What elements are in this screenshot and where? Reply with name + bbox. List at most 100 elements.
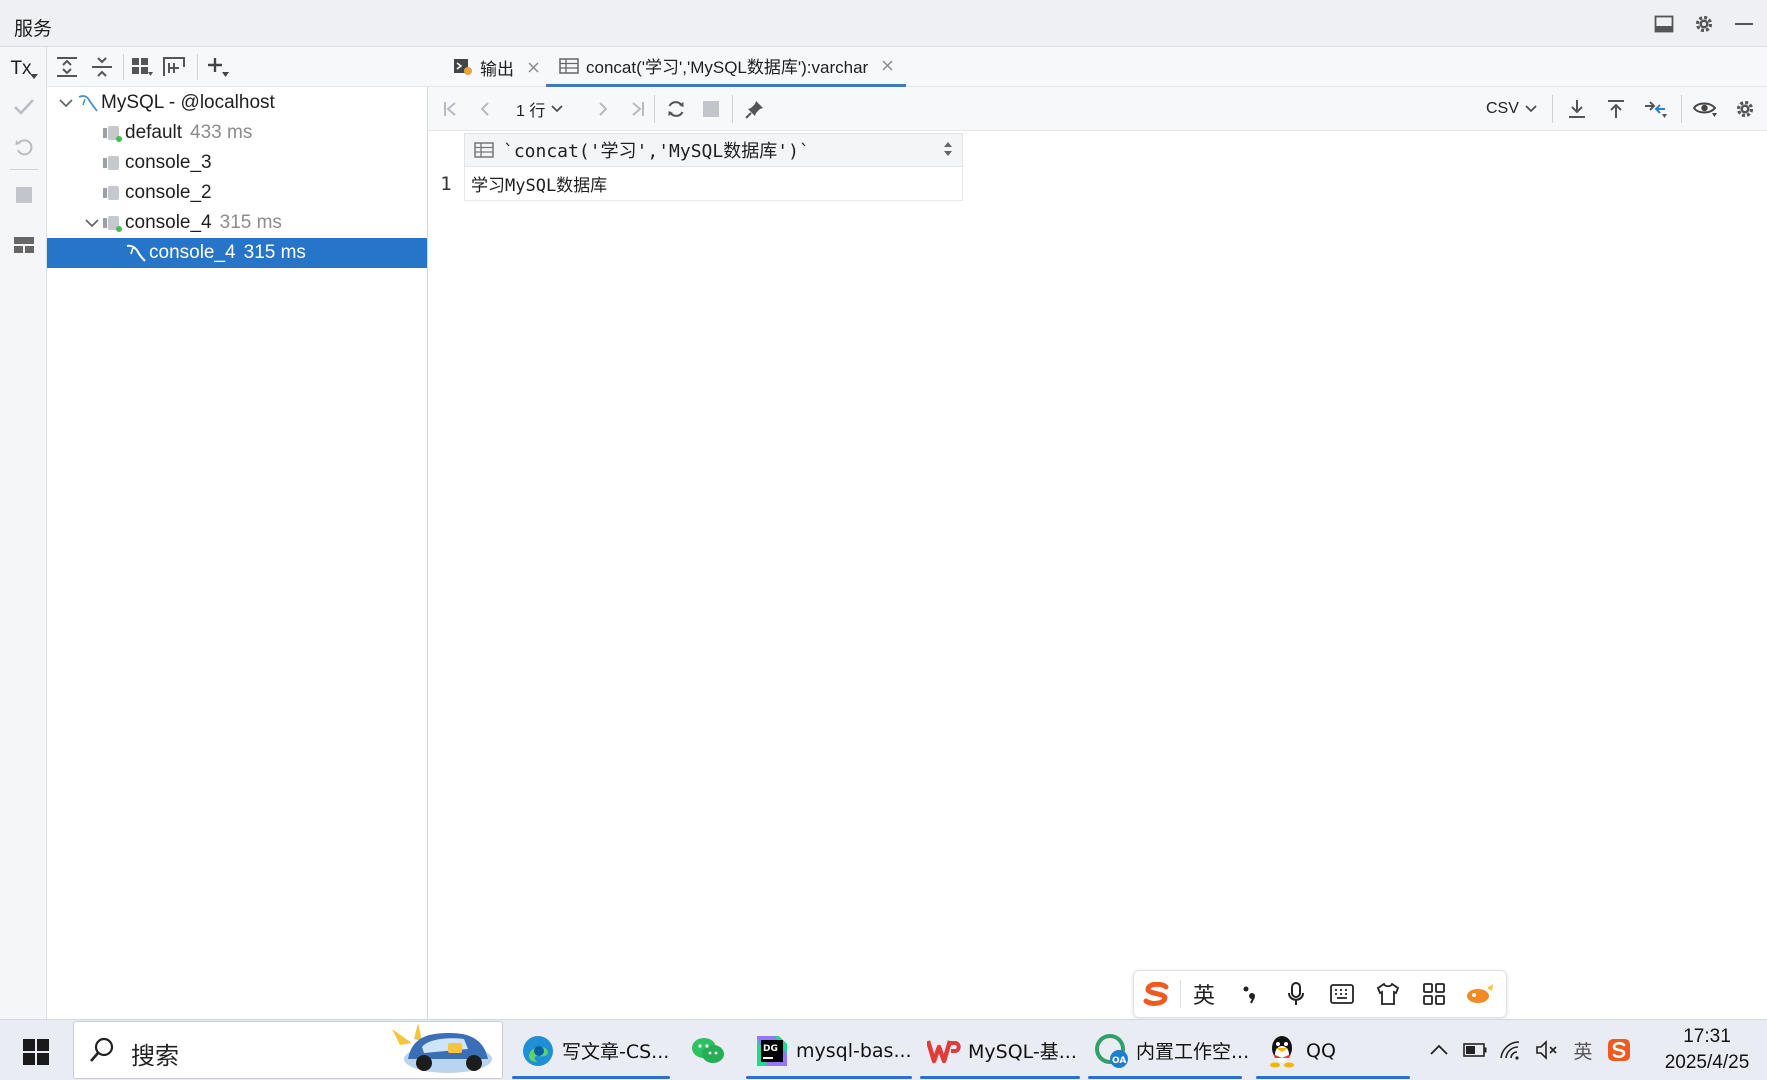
upload-icon[interactable] [1601,94,1631,124]
toolbar-divider [654,95,655,123]
rollback-icon[interactable] [8,131,40,163]
cancel-query-icon[interactable] [696,94,726,124]
console-session-icon [99,178,125,208]
dropdown-arrow-icon [29,74,38,79]
first-page-icon[interactable] [436,94,466,124]
transaction-toolbar: Tx [0,47,47,1019]
collapse-all-icon[interactable] [87,52,117,82]
search-placeholder: 搜索 [131,1042,179,1070]
svg-text:OA: OA [1112,1056,1126,1066]
keyboard-icon[interactable] [1319,972,1365,1016]
taskbar-app-edge[interactable]: 写文章-CS... [512,1022,670,1079]
layout-grid-icon[interactable] [8,229,40,261]
minimize-icon[interactable] [1731,11,1757,37]
tx-mode-button[interactable]: Tx [8,53,40,85]
tree-item-console-2[interactable]: console_2 [47,178,427,208]
compare-icon[interactable] [1640,94,1670,124]
tray-expand-chevron-up-icon[interactable] [1422,1032,1456,1068]
rows-count-label: 1 行 [516,103,546,120]
battery-icon[interactable] [1458,1032,1492,1068]
taskbar-app-datagrip[interactable]: DG mysql-bas... [746,1022,912,1079]
toolbar-divider [197,54,198,80]
services-tree-panel: MySQL - @localhost default 433 ms console… [47,47,428,1019]
taskbar-app-label: 内置工作空... [1136,1041,1250,1063]
toolbar-divider [1552,95,1553,123]
taskbar-search-box[interactable]: 搜索 [73,1021,503,1079]
active-indicator [1256,1076,1410,1079]
add-service-icon[interactable] [203,52,233,82]
pin-tab-icon[interactable] [740,94,770,124]
export-format-label: CSV [1486,100,1519,117]
ime-language-toggle[interactable]: 英 [1181,972,1227,1016]
previous-page-icon[interactable] [470,94,500,124]
expand-all-icon[interactable] [52,52,82,82]
new-group-icon[interactable] [159,52,189,82]
rows-count-dropdown[interactable]: 1 行 [516,97,563,121]
svg-text:DG: DG [763,1044,778,1054]
commit-icon[interactable] [8,91,40,123]
tab-output[interactable]: 输出 [446,47,546,87]
chevron-down-icon [551,105,563,113]
tree-item-label: console_4 [125,212,212,233]
qq-penguin-icon [1264,1033,1300,1069]
tx-label: Tx [10,58,32,79]
microphone-icon[interactable] [1273,972,1319,1016]
taskbar-app-oa[interactable]: OA 内置工作空... [1088,1022,1249,1079]
tree-item-console-4[interactable]: console_4 315 ms [47,208,427,238]
oa-workspace-icon: OA [1094,1033,1130,1069]
group-by-icon[interactable] [127,52,157,82]
taskbar-app-label: QQ [1306,1039,1336,1062]
clock-date: 2025/4/25 [1664,1052,1750,1073]
wifi-icon[interactable] [1494,1032,1528,1068]
taskbar-app-label: MySQL-基... [968,1041,1077,1063]
tab-label: concat('学习','MySQL数据库'):varchar [586,58,869,77]
view-eye-icon[interactable] [1690,94,1720,124]
ime-mascot-icon[interactable] [1457,972,1503,1016]
sort-icon[interactable] [944,142,952,156]
layout-icon[interactable] [1651,11,1677,37]
stop-icon[interactable] [8,179,40,211]
chevron-down-icon[interactable] [55,88,77,118]
next-page-icon[interactable] [588,94,618,124]
table-cell[interactable]: 学习MySQL数据库 [464,167,963,201]
punctuation-icon[interactable] [1227,972,1273,1016]
toolbar-divider [123,54,124,80]
input-language-indicator[interactable]: 英 [1566,1032,1600,1068]
execution-time: 315 ms [243,242,306,263]
console-session-icon [99,148,125,178]
console-output-icon [452,56,474,78]
tree-item-label: console_2 [125,182,212,203]
taskbar-app-wechat[interactable] [680,1022,740,1079]
tree-item-default[interactable]: default 433 ms [47,118,427,148]
tab-concat-result[interactable]: concat('学习','MySQL数据库'):varchar [546,47,907,87]
settings-gear-icon[interactable] [1691,11,1717,37]
taskbar-app-qq[interactable]: QQ [1256,1022,1410,1079]
windows-taskbar: 搜索 写文章-CS... DG mysql-bas... MySQL-基... … [0,1019,1767,1080]
last-page-icon[interactable] [622,94,652,124]
settings-gear-icon[interactable] [1730,94,1760,124]
search-icon [88,1036,116,1064]
tree-toolbar [47,47,428,87]
sogou-tray-icon[interactable] [1602,1032,1636,1068]
tab-label: 输出 [480,59,514,79]
tree-item-console-3[interactable]: console_3 [47,148,427,178]
wechat-icon [690,1033,726,1069]
close-icon[interactable] [526,60,540,74]
volume-muted-icon[interactable] [1530,1032,1564,1068]
clock-time: 17:31 [1683,1026,1731,1047]
close-icon[interactable] [880,59,894,73]
system-clock[interactable]: 17:31 2025/4/25 [1654,1024,1760,1076]
windows-start-icon[interactable] [14,1032,58,1072]
column-header[interactable]: `concat('学习','MySQL数据库')` [464,133,963,167]
export-format-dropdown[interactable]: CSV [1486,97,1537,121]
tree-item-mysql-localhost[interactable]: MySQL - @localhost [47,88,427,118]
download-icon[interactable] [1562,94,1592,124]
tree-item-console-4-result[interactable]: console_4 315 ms [47,238,427,268]
sogou-logo-icon[interactable] [1134,972,1180,1016]
toolbox-grid-icon[interactable] [1411,972,1457,1016]
taskbar-app-wps[interactable]: MySQL-基... [920,1022,1080,1079]
skin-shirt-icon[interactable] [1365,972,1411,1016]
refresh-icon[interactable] [661,94,691,124]
active-indicator [512,1076,670,1079]
execution-time: 433 ms [190,122,253,143]
